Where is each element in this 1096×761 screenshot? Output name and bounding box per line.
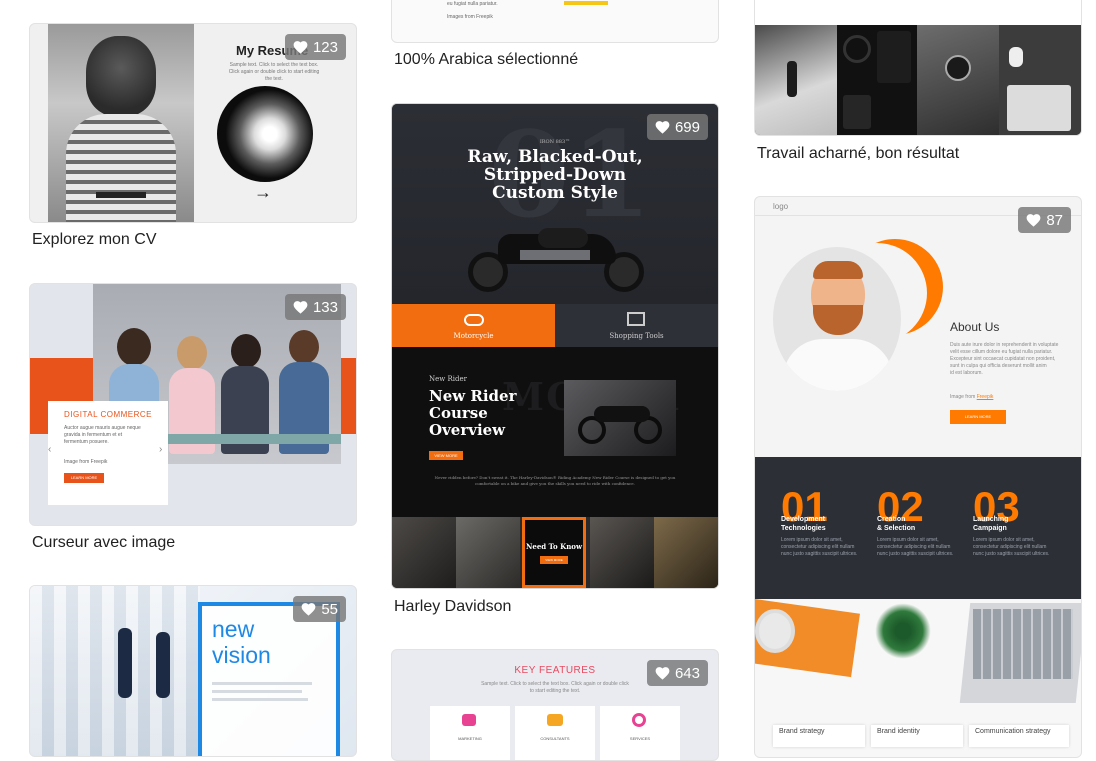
rider-view-more-button[interactable]: VIEW MORE <box>429 451 463 460</box>
template-card-new-vision[interactable]: new vision 55 <box>29 585 357 757</box>
portrait-photo <box>48 24 194 222</box>
card-caption[interactable]: Curseur avec image <box>32 534 175 552</box>
freepik-link[interactable]: Freepik <box>977 394 994 400</box>
shopping-cart-icon <box>627 312 645 326</box>
feature-card-consultants: CONSULTANTS <box>515 706 595 760</box>
heart-icon <box>293 40 308 54</box>
like-badge[interactable]: 643 <box>646 660 708 686</box>
slider-learn-more-button[interactable]: LEARN MORE <box>64 473 104 483</box>
need-to-know-button[interactable]: VIEW MORE <box>540 556 568 564</box>
like-count: 133 <box>312 298 338 316</box>
like-badge[interactable]: 87 <box>1018 207 1071 233</box>
like-badge[interactable]: 133 <box>284 294 346 320</box>
card-caption[interactable]: 100% Arabica sélectionné <box>394 51 578 69</box>
tab-shopping-tools-label: Shopping Tools <box>609 332 664 340</box>
step-2: 02 Creation & Selection Lorem ipsum dolor… <box>877 485 967 568</box>
watch-photo <box>917 25 999 135</box>
office-photo <box>30 586 200 756</box>
hero-headline-line-2: Stripped-Down <box>483 165 627 185</box>
card-caption[interactable]: Travail acharné, bon résultat <box>757 145 959 163</box>
chevron-right-icon[interactable]: › <box>159 444 167 458</box>
service-brand-strategy: Brand strategy <box>773 725 865 747</box>
feature-card-marketing: MARKETING <box>430 706 510 760</box>
service-brand-identity: Brand identity <box>871 725 963 747</box>
photo-strip: Need To Know VIEW MORE <box>392 517 718 588</box>
yellow-button <box>564 1 608 5</box>
about-text: Duis aute irure dolor in reprehenderit i… <box>950 342 1059 376</box>
step-title: Development Technologies <box>781 516 826 532</box>
rider-title: New Rider Course Overview <box>429 387 517 439</box>
megaphone-icon <box>462 714 476 726</box>
like-count: 87 <box>1046 211 1063 229</box>
heart-icon <box>293 300 308 314</box>
profile-photo <box>773 247 901 391</box>
heart-icon <box>655 120 670 134</box>
step-3: 03 Launching Campaign Lorem ipsum dolor s… <box>973 485 1063 568</box>
rider-text: Never ridden before? Don't sweat it. The… <box>434 475 676 486</box>
flower-image <box>217 86 313 182</box>
motorcycle-icon <box>464 314 484 326</box>
about-learn-more-button[interactable]: LEARN MORE <box>950 410 1006 424</box>
target-icon <box>632 713 646 727</box>
template-card-about-us[interactable]: logo About Us Duis aute irure dolor in r… <box>754 196 1082 758</box>
need-to-know-tile[interactable]: Need To Know VIEW MORE <box>522 517 586 588</box>
like-count: 643 <box>674 664 700 682</box>
slider-text: Auctor augue mauris augue neque gravida … <box>64 425 141 445</box>
tab-motorcycle-label: Motorcycle <box>453 332 494 340</box>
hero-headline-line-1: Raw, Blacked-Out, <box>467 147 643 167</box>
vision-frame: new vision <box>198 602 340 756</box>
step-1: 01 Development Technologies Lorem ipsum d… <box>781 485 871 568</box>
steps-section: 01 Development Technologies Lorem ipsum d… <box>755 457 1081 599</box>
site-logo: logo <box>773 202 789 211</box>
about-credit: Image from Freepik <box>950 394 994 400</box>
like-badge[interactable]: 123 <box>284 34 346 60</box>
vision-heading-line-1: new <box>212 616 255 642</box>
resume-text: Sample text. Click to select the text bo… <box>228 62 320 82</box>
desk-flatlay-photo <box>837 25 917 135</box>
template-card-travail[interactable] <box>754 0 1082 136</box>
service-communication-strategy: Communication strategy <box>969 725 1069 747</box>
tab-shopping-tools[interactable]: Shopping Tools <box>555 304 718 347</box>
step-title: Creation & Selection <box>877 516 916 532</box>
template-card-key-features[interactable]: KEY FEATURES Sample text. Click to selec… <box>391 649 719 761</box>
rider-photo <box>564 380 676 456</box>
heart-icon <box>301 602 316 616</box>
heart-icon <box>655 666 670 680</box>
template-card-resume[interactable]: My Resume Sample text. Click to select t… <box>29 23 357 223</box>
card-caption[interactable]: Explorez mon CV <box>32 231 157 249</box>
staircase-photo <box>755 25 837 135</box>
gadgets-photo <box>999 25 1081 135</box>
hero-headline-line-3: Custom Style <box>492 183 618 203</box>
vision-heading-line-2: vision <box>212 642 271 668</box>
motorcycle-image <box>468 216 648 292</box>
new-rider-section: MOTOR New Rider New Rider Course Overvie… <box>392 347 718 517</box>
card-caption[interactable]: Harley Davidson <box>394 598 511 616</box>
slider-caption-box: DIGITAL COMMERCE Auctor augue mauris aug… <box>48 401 168 505</box>
like-badge[interactable]: 699 <box>646 114 708 140</box>
like-count: 699 <box>674 118 700 136</box>
feature-card-services: SERVICES <box>600 706 680 760</box>
tab-motorcycle[interactable]: Motorcycle <box>392 304 555 347</box>
rider-kicker: New Rider <box>429 375 467 383</box>
step-title: Launching Campaign <box>973 516 1009 532</box>
like-count: 55 <box>321 600 338 618</box>
about-title: About Us <box>950 320 1000 334</box>
people-icon <box>547 714 563 726</box>
orange-stripe-right <box>341 358 356 434</box>
next-arrow-icon[interactable]: → <box>254 182 272 203</box>
arabica-text: eu fugiat nulla pariatur. Images from Fr… <box>447 1 498 20</box>
need-to-know-title: Need To Know <box>525 542 583 551</box>
chevron-left-icon[interactable]: ‹ <box>48 444 56 458</box>
heart-icon <box>1026 213 1041 227</box>
slider-credit: Image from Freepik <box>64 459 108 465</box>
template-card-arabica[interactable]: eu fugiat nulla pariatur. Images from Fr… <box>391 0 719 43</box>
template-card-harley[interactable]: 01 IRON 883™ Raw, Blacked-Out, Stripped-… <box>391 103 719 589</box>
like-count: 123 <box>312 38 338 56</box>
template-card-slider[interactable]: DIGITAL COMMERCE Auctor augue mauris aug… <box>29 283 357 526</box>
like-badge[interactable]: 55 <box>293 596 346 622</box>
slider-tag: DIGITAL COMMERCE <box>64 410 153 419</box>
